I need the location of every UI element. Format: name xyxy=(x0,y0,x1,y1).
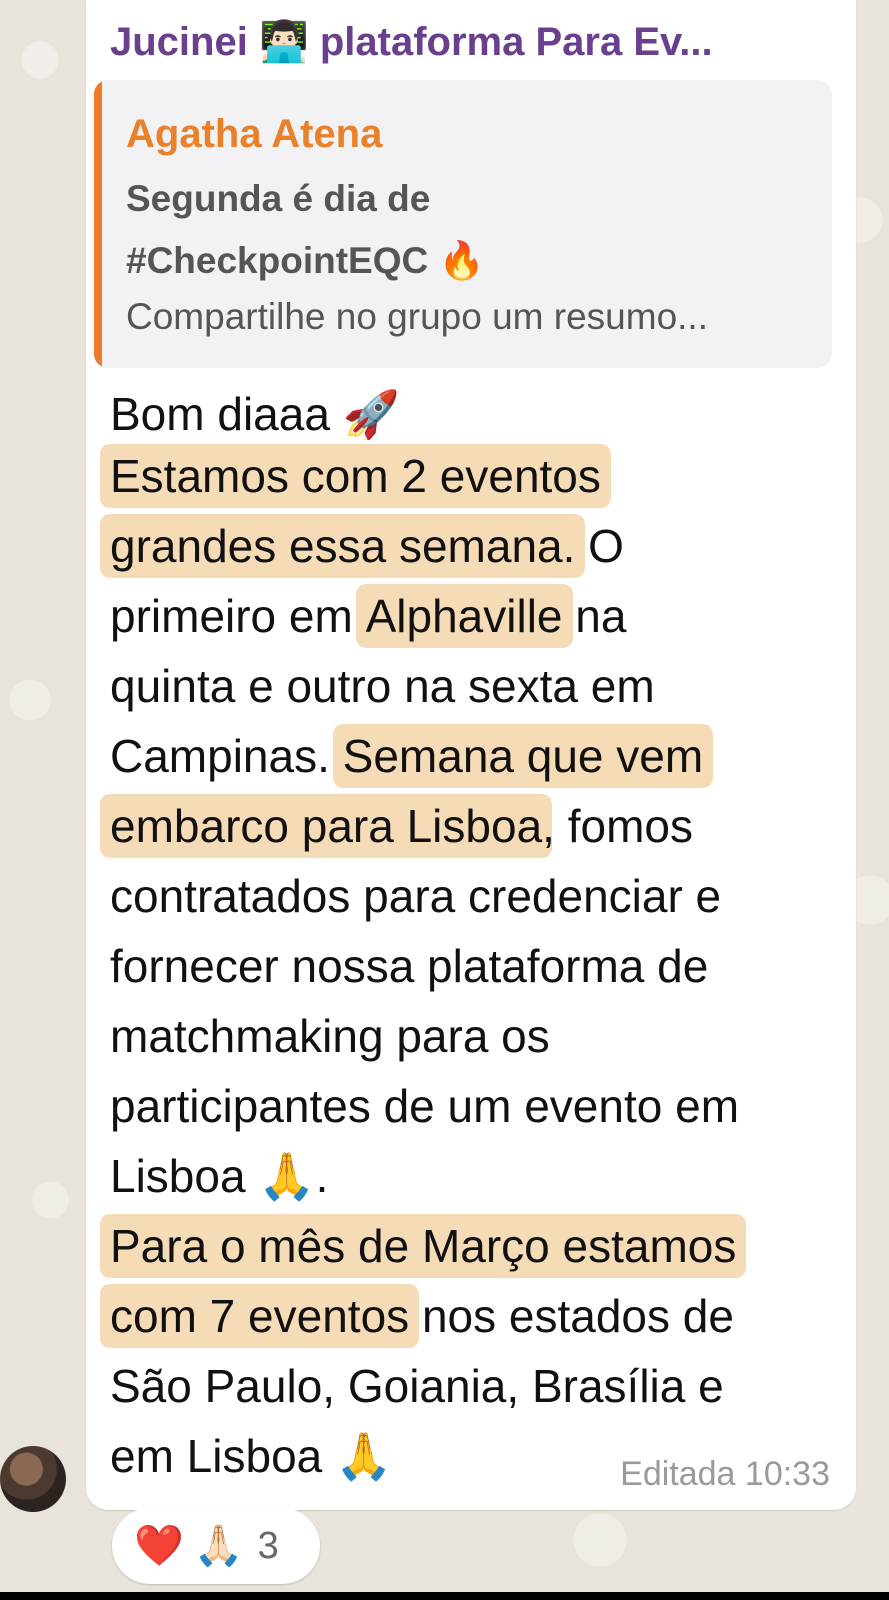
message-line: embarco para Lisboa, fomos xyxy=(100,794,693,858)
highlight: embarco para Lisboa xyxy=(100,794,553,858)
sender-avatar[interactable] xyxy=(0,1446,66,1512)
message-line: São Paulo, Goiania, Brasília e xyxy=(110,1360,724,1412)
message-line: em Lisboa 🙏 xyxy=(110,1430,393,1482)
message-line: matchmaking para os xyxy=(110,1010,550,1062)
quoted-message[interactable]: Agatha Atena Segunda é dia de #Checkpoin… xyxy=(94,80,832,368)
message-line: Lisboa 🙏. xyxy=(110,1150,329,1202)
highlight: Semana que vem xyxy=(332,724,714,788)
sender-name[interactable]: Jucinei 👨🏻‍💻 plataforma Para Ev... xyxy=(110,16,840,68)
reactions-pill[interactable]: ❤️ 🙏🏻 3 xyxy=(112,1508,320,1584)
reaction-count: 3 xyxy=(257,1524,279,1567)
message-line: Bom diaaa 🚀 xyxy=(110,388,400,440)
message-line: quinta e outro na sexta em xyxy=(110,660,655,712)
message-line: fornecer nossa plataforma de xyxy=(110,940,709,992)
message-line: Para o mês de Março estamos xyxy=(100,1214,747,1278)
pray-reaction-icon: 🙏🏻 xyxy=(193,1523,244,1569)
highlight: com 7 eventos xyxy=(100,1284,420,1348)
highlight: Alphaville xyxy=(355,584,573,648)
message-line: contratados para credenciar e xyxy=(110,870,722,922)
highlight: Para o mês de Março estamos xyxy=(100,1214,747,1278)
message-bubble[interactable]: Jucinei 👨🏻‍💻 plataforma Para Ev... Agath… xyxy=(86,0,856,1510)
quote-text-line-1: Segunda é dia de xyxy=(126,178,431,219)
message-line: Estamos com 2 eventos xyxy=(100,444,611,508)
quote-preview: Compartilhe no grupo um resumo... xyxy=(126,296,708,337)
message-meta: Editada 10:33 xyxy=(620,1455,830,1493)
message-line: participantes de um evento em xyxy=(110,1080,740,1132)
quote-text-line-2: #CheckpointEQC 🔥 xyxy=(126,240,485,281)
message-line: Campinas. Semana que vem xyxy=(110,724,714,788)
message-line: com 7 eventos nos estados de xyxy=(100,1284,734,1348)
highlight: grandes essa semana. xyxy=(100,514,586,578)
message-line: primeiro em Alphaville na xyxy=(110,584,626,648)
quote-accent-bar xyxy=(94,80,102,368)
message-line: grandes essa semana. O xyxy=(100,514,624,578)
heart-reaction-icon: ❤️ xyxy=(134,1523,184,1569)
highlight: Estamos com 2 eventos xyxy=(100,444,611,508)
bottom-edge xyxy=(0,1592,889,1600)
quote-author: Agatha Atena xyxy=(126,112,383,156)
